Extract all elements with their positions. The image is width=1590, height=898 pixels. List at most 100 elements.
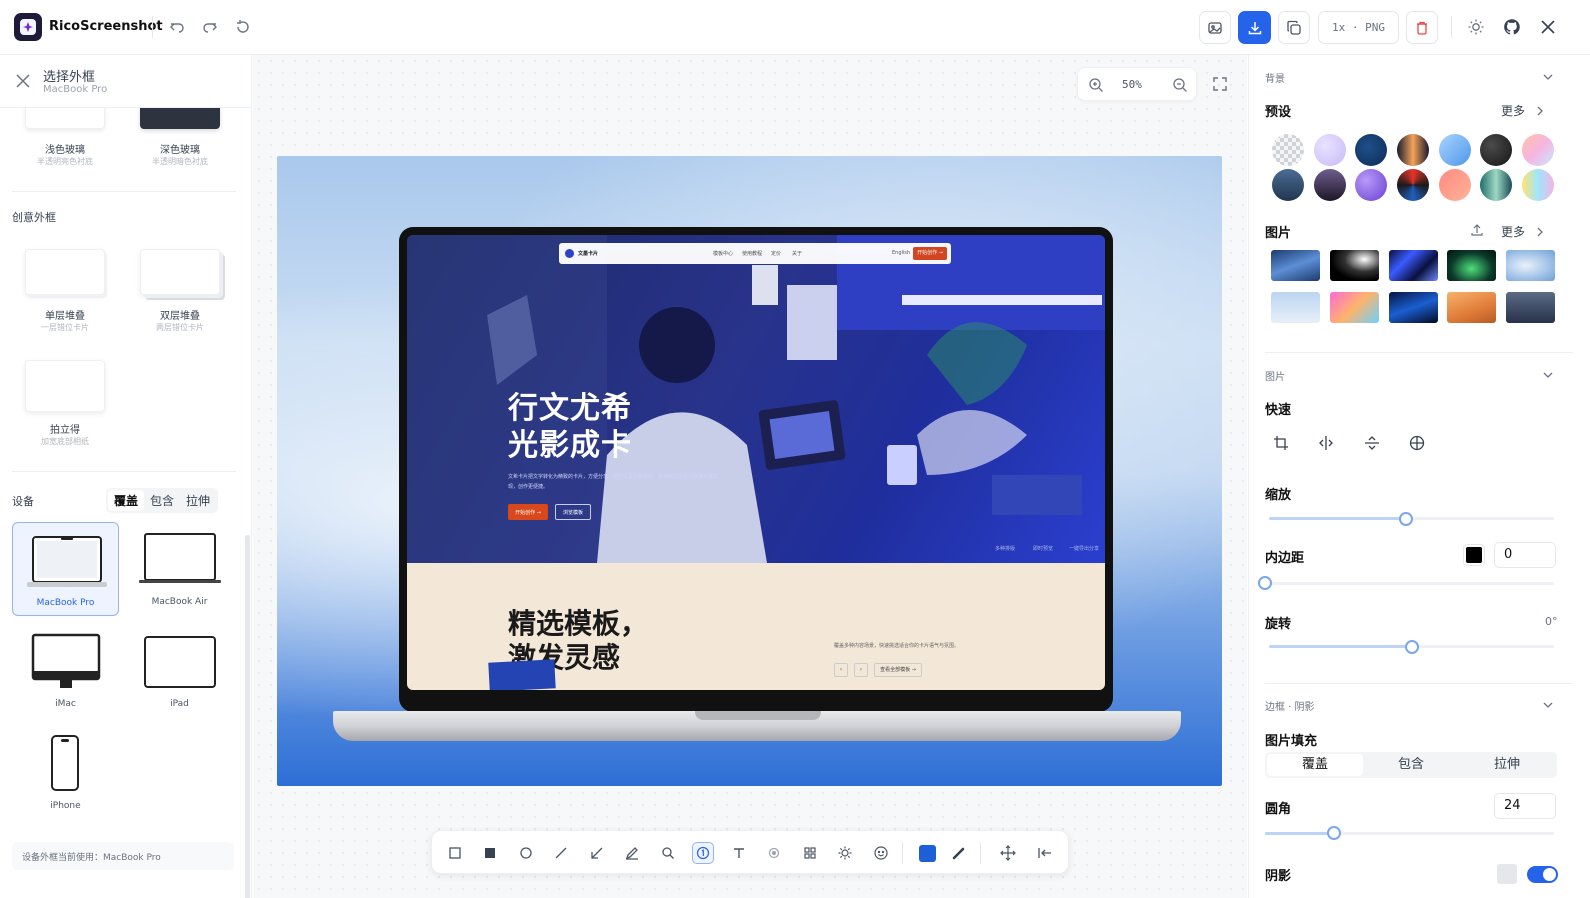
flip-horizontal-icon[interactable] xyxy=(1318,435,1334,455)
padding-slider-track[interactable] xyxy=(1269,582,1554,585)
padding-color-picker[interactable] xyxy=(1463,544,1485,566)
padding-input[interactable]: 0 xyxy=(1494,542,1556,568)
color-picker-swatch[interactable] xyxy=(916,842,938,864)
single-stack-frame[interactable] xyxy=(25,249,105,295)
frame-sublabel: 半透明暗色衬底 xyxy=(152,157,208,166)
background-image-thumb[interactable] xyxy=(1389,250,1438,281)
step-number-icon[interactable] xyxy=(692,842,714,864)
fit-contain-option[interactable]: 包含 xyxy=(144,490,180,511)
fill-cover-option[interactable]: 覆盖 xyxy=(1267,754,1363,776)
presets-more-link[interactable]: 更多 xyxy=(1501,102,1525,119)
rotate-slider-handle[interactable] xyxy=(1404,640,1419,654)
preset-swatch[interactable] xyxy=(1522,169,1554,201)
double-stack-frame[interactable] xyxy=(140,249,220,295)
device-ipad[interactable]: iPad xyxy=(126,624,233,718)
preset-swatch[interactable] xyxy=(1439,134,1471,166)
line-icon[interactable] xyxy=(550,842,572,864)
rotate-label: 旋转 xyxy=(1265,617,1292,632)
preset-swatch[interactable] xyxy=(1480,169,1512,201)
download-button[interactable] xyxy=(1238,11,1271,44)
image-settings-button[interactable] xyxy=(1199,11,1231,44)
device-macbook-air[interactable]: MacBook Air xyxy=(126,522,233,616)
left-panel-scrollbar[interactable] xyxy=(245,535,250,898)
fit-stretch-option[interactable]: 拉伸 xyxy=(180,490,216,511)
upload-icon[interactable] xyxy=(1470,222,1484,241)
preset-swatch[interactable] xyxy=(1439,169,1471,201)
background-image-thumb[interactable] xyxy=(1389,292,1438,323)
pen-icon[interactable] xyxy=(621,842,643,864)
corner-radius-input[interactable]: 24 xyxy=(1494,793,1556,819)
crop-icon[interactable] xyxy=(1273,435,1289,455)
chevron-right-icon[interactable] xyxy=(1534,223,1546,242)
background-image-thumb[interactable] xyxy=(1506,292,1555,323)
blur-spot-icon[interactable] xyxy=(763,842,785,864)
background-image-thumb[interactable] xyxy=(1271,250,1320,281)
highlight-icon[interactable] xyxy=(834,842,856,864)
fullscreen-icon[interactable] xyxy=(1205,69,1235,99)
flip-vertical-icon[interactable] xyxy=(1364,435,1380,455)
fill-contain-option[interactable]: 包含 xyxy=(1363,754,1459,776)
rectangle-outline-icon[interactable] xyxy=(444,842,466,864)
export-format-select[interactable]: 1x · PNG xyxy=(1318,11,1399,44)
emoji-icon[interactable] xyxy=(870,842,892,864)
rectangle-filled-icon[interactable] xyxy=(479,842,501,864)
fit-cover-option[interactable]: 覆盖 xyxy=(108,490,145,511)
text-icon[interactable] xyxy=(728,842,750,864)
corner-radius-slider-handle[interactable] xyxy=(1327,826,1342,840)
chevron-down-icon[interactable] xyxy=(1541,367,1555,386)
collapse-toolbar-icon[interactable] xyxy=(1034,842,1056,864)
app-logo-icon xyxy=(14,13,42,41)
theme-toggle-icon[interactable] xyxy=(1464,15,1488,39)
preset-swatch[interactable] xyxy=(1522,134,1554,166)
fill-stretch-option[interactable]: 拉伸 xyxy=(1459,754,1555,776)
reset-icon[interactable] xyxy=(231,15,255,39)
preset-swatch[interactable] xyxy=(1480,134,1512,166)
close-icon[interactable] xyxy=(15,73,31,93)
delete-button[interactable] xyxy=(1406,11,1438,44)
preset-swatch[interactable] xyxy=(1272,169,1304,201)
panel-subtitle: MacBook Pro xyxy=(43,84,108,95)
circle-icon[interactable] xyxy=(515,842,537,864)
screenshot-preview[interactable]: 文墨卡片 模板中心 使用教程 定价 关于 English 开始创作 → 行文尤希… xyxy=(277,156,1222,786)
preset-swatch[interactable] xyxy=(1355,169,1387,201)
background-image-thumb[interactable] xyxy=(1330,250,1379,281)
shadow-color-swatch[interactable] xyxy=(1497,864,1517,884)
arrow-icon[interactable] xyxy=(586,842,608,864)
chevron-down-icon[interactable] xyxy=(1541,69,1555,88)
padding-slider-handle[interactable] xyxy=(1258,576,1272,590)
preset-swatch[interactable] xyxy=(1314,169,1346,201)
scale-slider-handle[interactable] xyxy=(1398,512,1413,526)
chevron-down-icon[interactable] xyxy=(1541,697,1555,716)
device-macbook-pro[interactable]: MacBook Pro xyxy=(12,522,119,616)
magnifier-icon[interactable] xyxy=(657,842,679,864)
polaroid-frame[interactable] xyxy=(25,360,105,412)
copy-button[interactable] xyxy=(1278,11,1310,44)
background-image-thumb[interactable] xyxy=(1447,250,1496,281)
device-imac[interactable]: iMac xyxy=(12,624,119,718)
x-social-icon[interactable] xyxy=(1536,15,1560,39)
zoom-out-icon[interactable] xyxy=(1172,77,1188,97)
preset-transparent-swatch[interactable] xyxy=(1272,134,1304,166)
mosaic-icon[interactable] xyxy=(799,842,821,864)
preset-swatch[interactable] xyxy=(1397,134,1429,166)
hero-title-line: 行文尤希 xyxy=(508,391,632,426)
preset-swatch[interactable] xyxy=(1355,134,1387,166)
preset-swatch[interactable] xyxy=(1314,134,1346,166)
chevron-right-icon[interactable] xyxy=(1534,102,1546,121)
preset-swatch[interactable] xyxy=(1397,169,1429,201)
undo-icon[interactable] xyxy=(165,15,189,39)
background-image-thumb[interactable] xyxy=(1271,292,1320,323)
stroke-width-icon[interactable] xyxy=(948,842,970,864)
background-image-thumb[interactable] xyxy=(1506,250,1555,281)
site-lang: English xyxy=(892,250,911,256)
github-icon[interactable] xyxy=(1500,15,1524,39)
device-iphone[interactable]: iPhone xyxy=(12,726,119,820)
shadow-toggle[interactable] xyxy=(1527,866,1558,883)
zoom-in-icon[interactable] xyxy=(1088,77,1104,97)
background-image-thumb[interactable] xyxy=(1447,292,1496,323)
background-image-thumb[interactable] xyxy=(1330,292,1379,323)
move-icon[interactable] xyxy=(997,842,1019,864)
images-more-link[interactable]: 更多 xyxy=(1501,223,1525,240)
center-align-icon[interactable] xyxy=(1409,435,1425,455)
redo-icon[interactable] xyxy=(198,15,222,39)
